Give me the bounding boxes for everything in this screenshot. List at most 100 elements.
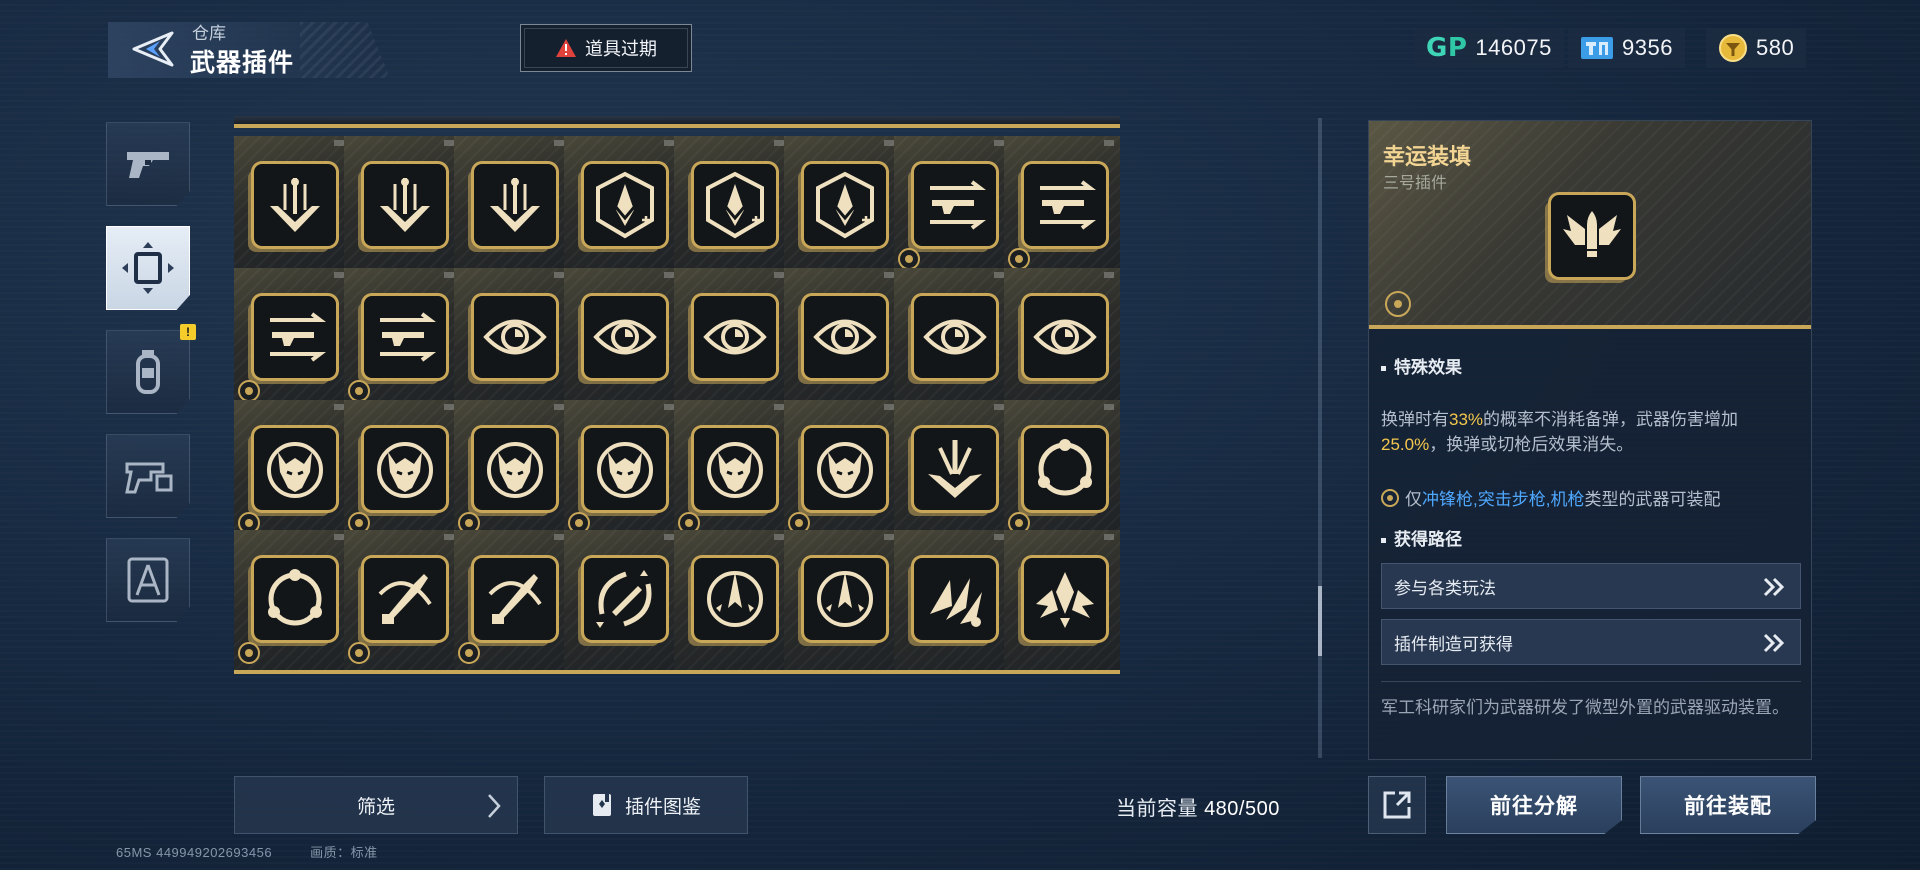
equip-button[interactable]: 前往装配 (1640, 776, 1816, 834)
plugin-card[interactable] (784, 530, 900, 674)
plugin-card[interactable] (564, 268, 680, 412)
plugin-card[interactable] (784, 400, 900, 544)
level-marker (1104, 272, 1114, 278)
currency-coin-value: 580 (1756, 35, 1795, 60)
effect-description: 换弹时有33%的概率不消耗备弹，武器伤害增加 25.0%，换弹或切枪后效果消失。 (1381, 407, 1801, 457)
plugin-card[interactable] (234, 530, 350, 674)
previous-row-card-edge (234, 116, 350, 128)
plugin-card[interactable] (1004, 268, 1120, 412)
grid-scrollbar-thumb[interactable] (1318, 586, 1322, 656)
plugin-card[interactable] (454, 400, 570, 544)
plugin-card[interactable] (564, 136, 680, 280)
plugin-card[interactable] (344, 268, 460, 412)
gun-mod-icon (125, 462, 173, 494)
filter-label: 筛选 (356, 796, 395, 818)
atlas-book-icon (592, 794, 611, 816)
plugin-card[interactable] (454, 136, 570, 280)
category-tab-compass[interactable] (106, 538, 190, 622)
plugin-card[interactable] (1004, 136, 1120, 280)
crescent-missile-icon (584, 558, 666, 640)
share-button[interactable] (1368, 776, 1426, 834)
plugin-card[interactable] (344, 530, 460, 674)
user-id: 449949202693456 (156, 845, 273, 860)
plugin-card[interactable] (234, 268, 350, 412)
effect-chance: 33% (1449, 410, 1484, 429)
plugin-card[interactable] (894, 400, 1010, 544)
filter-button[interactable]: 筛选 (234, 776, 518, 834)
currency-ticket[interactable]: 9356 (1568, 28, 1685, 68)
source-gameplay-button[interactable]: 参与各类玩法 (1381, 563, 1801, 609)
compass-icon (127, 557, 169, 603)
plugin-card[interactable] (674, 530, 790, 674)
plugin-card[interactable] (1004, 530, 1120, 674)
plugin-card[interactable] (344, 400, 460, 544)
beast-icon (254, 428, 336, 510)
plugin-card[interactable] (454, 530, 570, 674)
ticket-icon (1581, 37, 1613, 59)
grid-scrollbar[interactable] (1318, 118, 1322, 758)
level-marker (774, 534, 784, 540)
capacity-label: 当前容量 (1116, 798, 1198, 820)
level-marker (774, 140, 784, 146)
category-alert-badge: ! (180, 324, 196, 340)
capacity-value: 480/500 (1204, 798, 1280, 820)
level-marker (884, 404, 894, 410)
slot-gear-icon (898, 248, 920, 270)
level-marker (884, 140, 894, 146)
plugin-card[interactable] (454, 268, 570, 412)
plugin-card[interactable] (564, 400, 680, 544)
plugin-card[interactable] (564, 530, 680, 674)
star-arrow-icon (804, 558, 886, 640)
plugin-card[interactable] (784, 136, 900, 280)
slot-gear-icon (458, 642, 480, 664)
level-marker (664, 404, 674, 410)
chevron-right-icon (488, 794, 501, 818)
category-tab-plugin[interactable] (106, 226, 190, 310)
currency-coin[interactable]: 580 (1706, 28, 1807, 68)
category-tab-weapon-mod[interactable] (106, 434, 190, 518)
gold-coin-icon (1719, 34, 1747, 62)
expired-items-button[interactable]: 道具过期 (520, 24, 692, 72)
decompose-button[interactable]: 前往分解 (1446, 776, 1622, 834)
page-title: 武器插件 (190, 49, 295, 77)
plugin-card[interactable] (784, 268, 900, 412)
beast-icon (694, 428, 776, 510)
eye-icon (914, 296, 996, 378)
back-button[interactable] (128, 26, 176, 72)
plugin-card[interactable] (234, 400, 350, 544)
level-marker (774, 404, 784, 410)
breadcrumb: 仓库 (192, 24, 226, 43)
rifle-arrows-icon (254, 296, 336, 378)
level-marker (884, 272, 894, 278)
level-marker (334, 534, 344, 540)
plugin-card[interactable] (894, 530, 1010, 674)
plugin-card[interactable] (234, 136, 350, 280)
level-marker (444, 140, 454, 146)
source-crafting-label: 插件制造可获得 (1394, 634, 1513, 654)
plugin-atlas-button[interactable]: 插件图鉴 (544, 776, 748, 834)
currency-gp[interactable]: GP 146075 (1414, 28, 1564, 68)
category-tab-firearm[interactable] (106, 122, 190, 206)
plugin-card[interactable] (894, 268, 1010, 412)
slot-gear-icon (238, 642, 260, 664)
external-link-icon (1383, 791, 1411, 819)
plugin-card[interactable] (1004, 400, 1120, 544)
plugin-card[interactable] (344, 136, 460, 280)
category-tab-grenade[interactable] (106, 330, 190, 414)
hex-rocket-icon (584, 164, 666, 246)
plugin-name: 幸运装填 (1383, 144, 1472, 169)
plugin-card[interactable] (674, 136, 790, 280)
level-marker (1104, 140, 1114, 146)
level-marker (994, 534, 1004, 540)
plugin-card[interactable] (674, 400, 790, 544)
restriction-gear-icon (1381, 488, 1399, 507)
previous-row-card-edge (894, 116, 1010, 128)
hex-rocket-icon (804, 164, 886, 246)
dagger-icon (474, 558, 556, 640)
plugin-card[interactable] (674, 268, 790, 412)
level-marker (994, 140, 1004, 146)
plugin-card[interactable] (894, 136, 1010, 280)
pistol-icon (127, 152, 169, 178)
source-crafting-button[interactable]: 插件制造可获得 (1381, 619, 1801, 665)
beast-icon (804, 428, 886, 510)
